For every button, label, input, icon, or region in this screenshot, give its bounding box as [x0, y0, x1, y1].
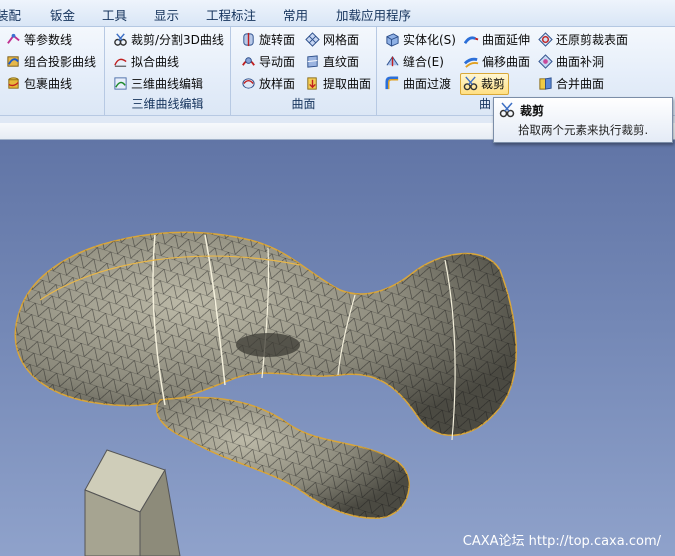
curves-group: 等参数线 组合投影曲线 包裹曲线 [0, 27, 105, 115]
wrap-curve-label: 包裹曲线 [24, 77, 73, 91]
solidify-icon [386, 33, 399, 47]
trim-3d-curve-icon [114, 33, 127, 46]
curve3d-edit-group: 裁剪/分割3D曲线 拟合曲线 三维曲线编辑 三维曲线编辑 [105, 27, 231, 115]
surface-model[interactable] [14, 231, 517, 519]
surface-group-title: 曲面 [291, 97, 316, 111]
menu-sheet-metal[interactable]: 钣金 [50, 5, 75, 24]
patch-hole-label: 曲面补洞 [556, 55, 605, 69]
extend-surface-button[interactable]: 曲面延伸 [462, 30, 533, 50]
ruled-surface-icon [307, 55, 318, 68]
restore-trim-icon [538, 32, 553, 47]
curve3d-edit-group-title: 三维曲线编辑 [131, 97, 204, 111]
projection-curve-button[interactable]: 组合投影曲线 [4, 52, 99, 72]
wrap-curve-button[interactable]: 包裹曲线 [4, 74, 75, 94]
restore-trim-button[interactable]: 还原剪裁表面 [536, 30, 631, 50]
sweep-surface-button[interactable]: 导动面 [239, 52, 298, 72]
loft-surface-icon [242, 78, 255, 89]
box-solid[interactable] [84, 449, 181, 556]
stitch-button[interactable]: 缝合(E) [383, 52, 447, 72]
revolve-surface-icon [243, 32, 254, 47]
menu-load-apps[interactable]: 加载应用程序 [336, 5, 411, 24]
edit-3d-curve-label: 三维曲线编辑 [131, 77, 204, 91]
loft-surface-button[interactable]: 放样面 [239, 74, 298, 94]
ruled-surface-button[interactable]: 直纹面 [303, 52, 362, 72]
wrap-curve-icon [8, 77, 19, 89]
trim-3d-curve-label: 裁剪/分割3D曲线 [131, 33, 224, 47]
blend-surface-label: 曲面过渡 [403, 77, 452, 91]
extract-surface-icon [307, 77, 317, 90]
extend-surface-label: 曲面延伸 [482, 33, 531, 47]
edit-3d-curve-button[interactable]: 三维曲线编辑 [111, 74, 206, 94]
blend-surface-button[interactable]: 曲面过渡 [383, 74, 454, 94]
stitch-label: 缝合(E) [403, 55, 444, 69]
offset-surface-button[interactable]: 偏移曲面 [462, 52, 533, 72]
patch-hole-button[interactable]: 曲面补洞 [536, 52, 607, 72]
patch-hole-icon [538, 54, 553, 69]
trim-3d-curve-button[interactable]: 裁剪/分割3D曲线 [111, 30, 227, 50]
tooltip-title: 裁剪 [520, 104, 545, 118]
trim-button[interactable]: 裁剪 [460, 73, 510, 95]
model-canvas[interactable] [0, 140, 675, 556]
edit-3d-curve-icon [114, 77, 127, 90]
menu-bar: 装配 钣金 工具 显示 工程标注 常用 加载应用程序 [0, 0, 675, 27]
ruled-surface-label: 直纹面 [323, 55, 360, 69]
merge-surface-label: 合并曲面 [556, 77, 605, 91]
projection-curve-label: 组合投影曲线 [24, 55, 97, 69]
blend-surface-icon [385, 76, 399, 90]
fit-curve-label: 拟合曲线 [131, 55, 180, 69]
revolve-surface-label: 旋转面 [259, 33, 296, 47]
fit-curve-icon [114, 58, 127, 67]
solidify-button[interactable]: 实体化(S) [383, 30, 459, 50]
extract-surface-button[interactable]: 提取曲面 [303, 74, 374, 94]
solidify-label: 实体化(S) [403, 33, 456, 47]
projection-curve-icon [7, 56, 19, 67]
revolve-surface-button[interactable]: 旋转面 [239, 30, 298, 50]
tooltip-description: 拾取两个元素来执行裁剪. [518, 123, 649, 137]
iso-curve-icon [7, 33, 20, 44]
extend-surface-icon [464, 36, 479, 45]
menu-display[interactable]: 显示 [154, 5, 179, 24]
sweep-surface-icon [242, 57, 255, 66]
trim-tooltip: 裁剪 拾取两个元素来执行裁剪. [493, 97, 673, 143]
loft-surface-label: 放样面 [259, 77, 296, 91]
mesh-surface-icon [305, 32, 320, 47]
offset-surface-icon [464, 57, 479, 68]
trim-label: 裁剪 [481, 77, 506, 91]
surface-group: 旋转面 网格面 导动面 直纹面 放样面 提取曲面 曲面 [231, 27, 377, 115]
iso-curve-button[interactable]: 等参数线 [4, 30, 75, 50]
menu-tools[interactable]: 工具 [102, 5, 127, 24]
offset-surface-label: 偏移曲面 [482, 55, 531, 69]
iso-curve-label: 等参数线 [24, 33, 73, 47]
menu-common[interactable]: 常用 [283, 5, 308, 24]
restore-trim-label: 还原剪裁表面 [556, 33, 629, 47]
menu-annotation[interactable]: 工程标注 [206, 5, 256, 24]
mesh-surface-label: 网格面 [323, 33, 360, 47]
stitch-icon [386, 55, 399, 67]
trim-icon [499, 102, 515, 118]
3d-viewport[interactable]: CAXA论坛 http://top.caxa.com/ [0, 140, 675, 556]
fit-curve-button[interactable]: 拟合曲线 [111, 52, 182, 72]
menu-assembly[interactable]: 装配 [0, 5, 21, 24]
sweep-surface-label: 导动面 [259, 55, 296, 69]
merge-surface-icon [539, 77, 552, 90]
mesh-surface-button[interactable]: 网格面 [303, 30, 362, 50]
extract-surface-label: 提取曲面 [323, 77, 372, 91]
merge-surface-button[interactable]: 合并曲面 [536, 74, 607, 94]
trim-icon [463, 76, 478, 91]
forum-watermark: CAXA论坛 http://top.caxa.com/ [462, 534, 661, 549]
